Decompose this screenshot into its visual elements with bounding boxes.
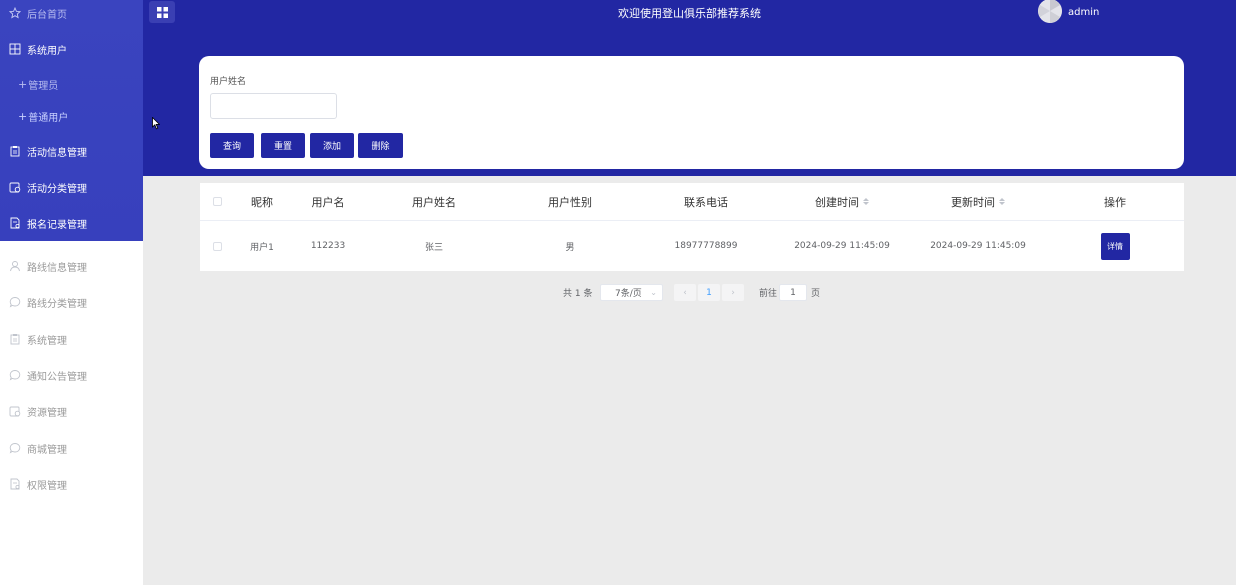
username-search-input[interactable] — [210, 93, 337, 119]
column-header-phone: 联系电话 — [684, 195, 728, 209]
table-row: 用户1 112233 张三 男 18977778899 2024-09-29 1… — [200, 221, 1184, 271]
table-header: 昵称 用户名 用户姓名 用户性别 联系电话 创建时间 更新时间 操作 — [200, 183, 1184, 221]
clipboard-icon — [9, 145, 21, 157]
sidebar-item-label: 通知公告管理 — [27, 371, 87, 383]
sidebar-item-label: 路线信息管理 — [27, 262, 87, 274]
sidebar-item-activity-info[interactable]: 活动信息管理 — [0, 136, 143, 166]
sidebar-item-label: 系统用户 — [27, 45, 67, 57]
cell-realname: 张三 — [424, 242, 443, 253]
sidebar-item-home[interactable]: 后台首页 — [0, 0, 143, 28]
chat-icon — [9, 369, 21, 381]
sidebar-item-registration[interactable]: 报名记录管理 — [0, 208, 143, 238]
search-label: 用户姓名 — [210, 77, 247, 87]
sidebar-item-label: 管理员 — [28, 80, 59, 92]
page-suffix: 页 — [811, 288, 821, 299]
select-all-cell — [200, 183, 234, 220]
page-size-value: 7条/页 — [615, 289, 642, 299]
sort-icon[interactable] — [863, 198, 869, 205]
reset-button[interactable]: 重置 — [261, 133, 305, 158]
chevron-down-icon: ⌄ — [650, 288, 657, 297]
sidebar-item-resources[interactable]: 资源管理 — [0, 396, 143, 426]
sidebar-item-label: 系统管理 — [27, 335, 67, 347]
sidebar-item-permissions[interactable]: 权限管理 — [0, 469, 143, 499]
sidebar-item-label: 权限管理 — [27, 480, 67, 492]
sidebar-item-label: 活动信息管理 — [27, 147, 87, 159]
column-header-username: 用户名 — [311, 195, 345, 209]
row-checkbox[interactable] — [212, 241, 222, 251]
sidebar-item-label: 报名记录管理 — [27, 219, 87, 231]
cell-created: 2024-09-29 11:45:09 — [794, 241, 890, 251]
row-select-cell — [200, 221, 234, 271]
page-number-current[interactable]: 1 — [698, 284, 720, 301]
sidebar-item-label: 普通用户 — [28, 112, 69, 124]
column-header-created[interactable]: 创建时间 — [774, 183, 910, 220]
cell-action: 详情 — [1046, 221, 1184, 271]
sidebar-item-notices[interactable]: 通知公告管理 — [0, 360, 143, 390]
document-icon — [9, 217, 21, 229]
sidebar-item-route-category[interactable]: 路线分类管理 — [0, 287, 143, 317]
pagination-total: 共 1 条 — [563, 288, 593, 299]
cell-phone: 18977778899 — [674, 241, 738, 251]
username[interactable]: admin — [1068, 7, 1099, 18]
sidebar-item-system-users[interactable]: 系统用户 — [0, 34, 143, 64]
chat-icon — [9, 442, 21, 454]
cell-updated: 2024-09-29 11:45:09 — [930, 241, 1026, 251]
column-header-label: 更新时间 — [951, 195, 995, 209]
sidebar-item-shop[interactable]: 商城管理 — [0, 433, 143, 463]
cell-username: 112233 — [310, 241, 346, 251]
next-page-button[interactable]: › — [722, 284, 744, 301]
column-header-label: 创建时间 — [815, 195, 859, 209]
calendar-icon — [9, 181, 21, 193]
select-all-checkbox[interactable] — [212, 197, 222, 206]
column-header-updated[interactable]: 更新时间 — [910, 183, 1046, 220]
column-header-action: 操作 — [1104, 195, 1126, 209]
query-button[interactable]: 查询 — [210, 133, 254, 158]
search-panel: 用户姓名 查询 重置 添加 删除 — [199, 56, 1184, 169]
sidebar: 后台首页 系统用户 + 管理员 + 普通用户 活动信息管理 活动分类管理 报名记… — [0, 0, 143, 585]
cell-nickname: 用户1 — [250, 242, 274, 253]
calendar-icon — [9, 405, 21, 417]
sidebar-item-label: 商城管理 — [27, 444, 67, 456]
column-header-realname: 用户姓名 — [412, 195, 456, 209]
sidebar-item-label: 后台首页 — [27, 9, 67, 21]
user-icon — [9, 260, 21, 272]
sidebar-item-route-info[interactable]: 路线信息管理 — [0, 251, 143, 281]
page-size-select[interactable]: 7条/页 ⌄ — [600, 284, 663, 301]
users-table: 昵称 用户名 用户姓名 用户性别 联系电话 创建时间 更新时间 操作 用户1 1… — [200, 183, 1184, 271]
plus-icon: + — [18, 77, 28, 91]
sidebar-item-admin[interactable]: + 管理员 — [0, 69, 143, 99]
mouse-cursor-icon — [152, 117, 160, 130]
column-header-nickname: 昵称 — [251, 195, 273, 209]
avatar[interactable] — [1038, 0, 1062, 23]
column-header-gender: 用户性别 — [548, 195, 592, 209]
goto-page-input[interactable]: 1 — [779, 284, 807, 301]
chat-icon — [9, 296, 21, 308]
grid-icon — [9, 43, 21, 55]
sidebar-item-activity-category[interactable]: 活动分类管理 — [0, 172, 143, 202]
sidebar-item-label: 路线分类管理 — [27, 298, 87, 310]
sidebar-item-normal-users[interactable]: + 普通用户 — [0, 101, 143, 131]
plus-icon: + — [18, 109, 28, 123]
sidebar-item-label: 资源管理 — [27, 407, 67, 419]
detail-button[interactable]: 详情 — [1100, 232, 1130, 260]
sort-icon[interactable] — [999, 198, 1005, 205]
sidebar-item-system-management[interactable]: 系统管理 — [0, 324, 143, 354]
sidebar-item-label: 活动分类管理 — [27, 183, 87, 195]
clipboard-icon — [9, 333, 21, 345]
star-icon — [9, 7, 21, 19]
add-button[interactable]: 添加 — [310, 133, 354, 158]
goto-label: 前往 — [759, 288, 778, 299]
document-icon — [9, 478, 21, 490]
cell-gender: 男 — [565, 242, 575, 253]
prev-page-button[interactable]: ‹ — [674, 284, 696, 301]
delete-button[interactable]: 删除 — [358, 133, 403, 158]
